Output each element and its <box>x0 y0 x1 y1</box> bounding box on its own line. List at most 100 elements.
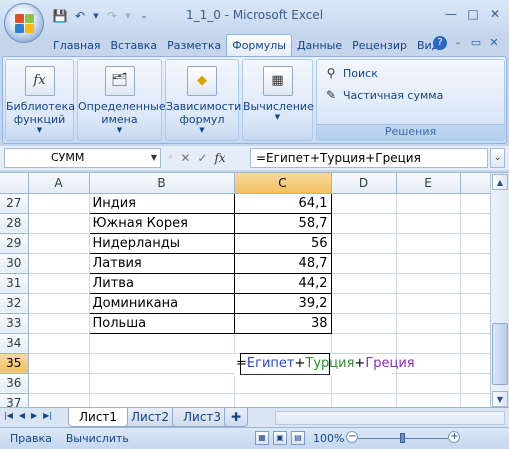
tab-formulas[interactable]: Формулы <box>226 34 292 56</box>
formula-auditing-button[interactable]: ◆ Зависимости формул ▼ <box>166 62 241 140</box>
name-manager-icon: 🗂 <box>104 66 135 96</box>
prev-sheet-icon[interactable]: ◀ <box>19 411 25 420</box>
row-header-selected[interactable]: 35 <box>0 353 29 374</box>
calculator-icon: ▦ <box>262 66 293 96</box>
row-header[interactable]: 33 <box>0 313 29 334</box>
row-header[interactable]: 28 <box>0 213 29 234</box>
zoom-slider[interactable]: − + <box>346 431 461 445</box>
table-row: 29 Нидерланды 56 <box>0 232 491 254</box>
row-header[interactable]: 34 <box>0 333 29 354</box>
name-box[interactable]: СУММ ▼ <box>4 148 161 168</box>
minimize-icon[interactable]: — <box>443 6 459 22</box>
sheet-tab-1[interactable]: Лист1 <box>68 408 129 427</box>
tab-review[interactable]: Рецензир <box>347 36 412 56</box>
row-header[interactable]: 30 <box>0 253 29 274</box>
insert-sheet-icon[interactable]: ✚ <box>224 408 249 427</box>
scroll-up-icon[interactable]: ▲ <box>492 174 508 190</box>
country-cell[interactable]: Южная Корея <box>88 212 235 234</box>
zoom-in-icon[interactable]: + <box>448 431 461 443</box>
ribbon-close-icon[interactable]: ✕ <box>487 36 501 50</box>
ribbon: fx Библиотека функций ▼ 🗂 Определенные и… <box>2 56 507 144</box>
page-layout-view-icon[interactable]: ▣ <box>273 431 287 445</box>
row-header[interactable]: 27 <box>0 193 29 214</box>
value-cell[interactable]: 64,1 <box>233 192 332 214</box>
column-header-b[interactable]: B <box>89 173 235 194</box>
value-cell[interactable]: 44,2 <box>233 272 332 294</box>
office-logo-icon <box>15 14 35 34</box>
cells-table: A B C D E 27 Индия 64,1 28 Южная Корея 5… <box>0 173 491 414</box>
country-cell[interactable]: Литва <box>88 272 235 294</box>
title-bar: 💾 ↶ ▼ ↷ ▼ ⌄ 1_1_0 - Microsoft Excel — □ … <box>0 0 509 34</box>
country-cell[interactable]: Нидерланды <box>88 232 235 254</box>
status-calc[interactable]: Вычислить <box>66 432 129 445</box>
help-icon[interactable]: ? <box>433 36 447 50</box>
cancel-icon[interactable]: ✕ <box>180 151 190 165</box>
group-function-library: fx Библиотека функций ▼ <box>5 59 75 141</box>
tab-home[interactable]: Главная <box>48 36 106 56</box>
row-header[interactable]: 36 <box>0 373 29 394</box>
tab-insert[interactable]: Вставка <box>106 36 163 56</box>
value-cell[interactable]: 56 <box>233 232 332 254</box>
vertical-scrollbar[interactable]: ▲ ▼ <box>490 173 509 408</box>
select-all-corner[interactable] <box>0 173 29 194</box>
formula-input[interactable]: =Египет+Турция+Греция <box>250 148 488 168</box>
value-cell[interactable]: 48,7 <box>233 252 332 274</box>
fx-icon: fx <box>24 66 55 96</box>
next-sheet-icon[interactable]: ▶ <box>31 411 37 420</box>
lookup-button[interactable]: ⚲ Поиск <box>323 64 378 82</box>
row-header[interactable]: 32 <box>0 293 29 314</box>
column-header-e[interactable]: E <box>396 173 461 194</box>
function-library-label: Библиотека функций <box>6 100 75 126</box>
table-row: 34 <box>0 333 491 354</box>
name-box-dropdown-icon[interactable]: ▼ <box>151 149 157 167</box>
page-break-view-icon[interactable]: ▤ <box>291 431 305 445</box>
value-cell[interactable]: 39,2 <box>233 292 332 314</box>
country-cell[interactable]: Польша <box>88 312 235 334</box>
calculation-button[interactable]: ▦ Вычисление ▼ <box>243 62 314 140</box>
normal-view-icon[interactable]: ▦ <box>255 431 269 445</box>
lookup-icon: ⚲ <box>326 66 336 80</box>
row-header[interactable]: 31 <box>0 273 29 294</box>
value-cell[interactable]: 38 <box>233 312 332 334</box>
tab-page-layout[interactable]: Разметка <box>162 36 226 56</box>
close-icon[interactable]: ✕ <box>487 6 503 22</box>
country-cell[interactable]: Доминикана <box>88 292 235 314</box>
expand-formula-bar-icon[interactable]: ⌄ <box>490 148 505 168</box>
ribbon-restore-icon[interactable]: ▭ <box>469 36 483 50</box>
office-button[interactable] <box>4 3 44 43</box>
insert-function-icon[interactable]: fx <box>214 151 225 165</box>
maximize-icon[interactable]: □ <box>465 6 481 22</box>
function-library-button[interactable]: fx Библиотека функций ▼ <box>6 62 75 140</box>
worksheet-grid[interactable]: A B C D E 27 Индия 64,1 28 Южная Корея 5… <box>0 172 509 414</box>
conditional-sum-button[interactable]: ✎ Частичная сумма <box>323 86 443 104</box>
zoom-out-icon[interactable]: − <box>346 431 359 443</box>
value-cell[interactable]: 58,7 <box>233 212 332 234</box>
column-header-c[interactable]: C <box>234 173 332 194</box>
ribbon-minimize-icon[interactable]: – <box>451 36 465 50</box>
status-left: Правка Вычислить <box>10 432 129 445</box>
group-calculation: ▦ Вычисление ▼ <box>242 59 314 141</box>
country-cell[interactable]: Латвия <box>88 252 235 274</box>
zoom-knob[interactable] <box>400 433 406 443</box>
dropdown-arrow-icon: ▼ <box>36 126 43 134</box>
table-row: 36 <box>0 373 491 394</box>
window-controls: — □ ✕ <box>443 6 503 22</box>
enter-icon[interactable]: ✓ <box>197 151 207 165</box>
formula-bar: СУММ ▼ ◦ ✕ ✓ fx =Египет+Турция+Греция ⌄ <box>0 146 509 170</box>
column-header-a[interactable]: A <box>28 173 90 194</box>
first-sheet-icon[interactable]: |◀ <box>4 411 13 420</box>
table-row: 33 Польша 38 <box>0 312 491 334</box>
zoom-level[interactable]: 100% <box>313 432 344 445</box>
defined-names-button[interactable]: 🗂 Определенные имена ▼ <box>78 62 166 140</box>
column-header-d[interactable]: D <box>331 173 397 194</box>
last-sheet-icon[interactable]: ▶| <box>43 411 52 420</box>
scroll-down-icon[interactable]: ▼ <box>492 391 508 407</box>
row-header[interactable]: 29 <box>0 233 29 254</box>
calculation-label: Вычисление <box>243 100 314 113</box>
column-header-f[interactable] <box>460 173 491 194</box>
horizontal-scrollbar[interactable] <box>275 411 505 425</box>
scroll-thumb[interactable] <box>492 323 508 385</box>
group-defined-names: 🗂 Определенные имена ▼ <box>77 59 166 141</box>
country-cell[interactable]: Индия <box>88 192 235 214</box>
tab-data[interactable]: Данные <box>292 36 347 56</box>
